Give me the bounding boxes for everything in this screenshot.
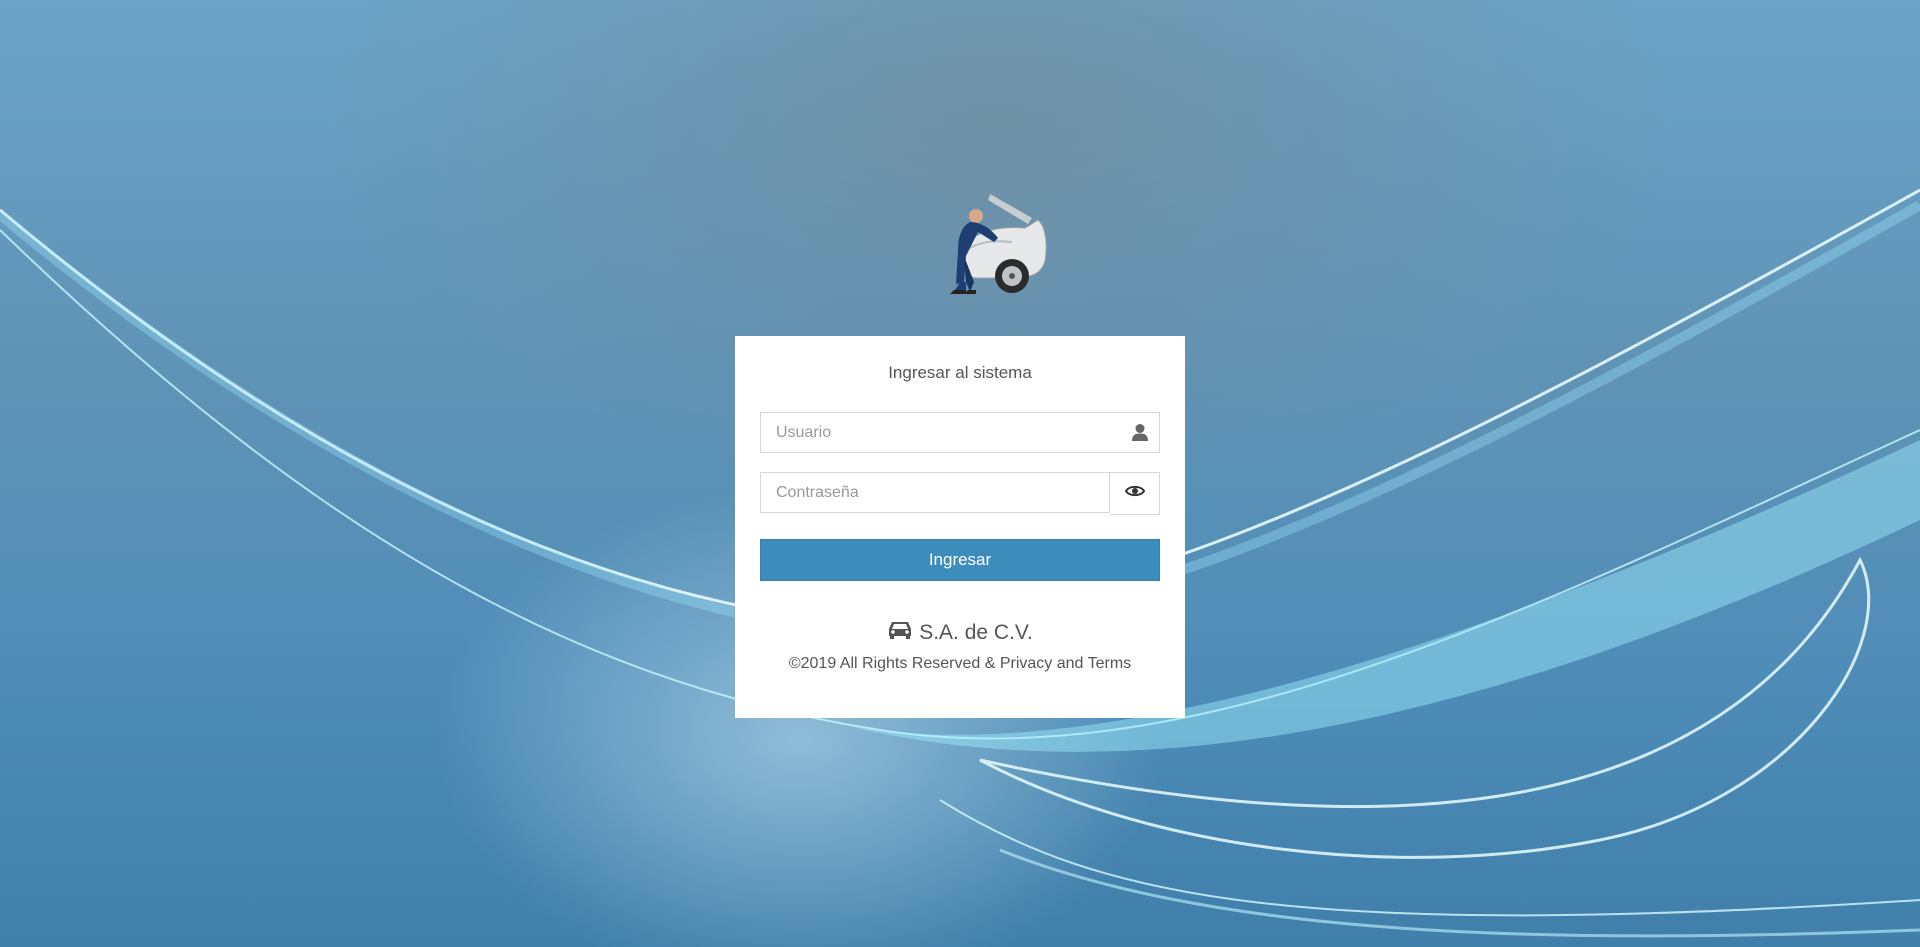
company-name: S.A. de C.V. xyxy=(919,621,1033,644)
copyright-text: ©2019 All Rights Reserved & Privacy and … xyxy=(788,655,1132,672)
show-password-button[interactable] xyxy=(1110,472,1160,515)
mechanic-car-logo xyxy=(920,186,1065,298)
user-icon xyxy=(1131,423,1149,442)
username-field-group xyxy=(760,412,1160,453)
car-icon xyxy=(887,620,913,646)
login-title: Ingresar al sistema xyxy=(888,363,1032,382)
eye-icon xyxy=(1124,484,1145,503)
company-line: S.A. de C.V. xyxy=(760,619,1160,647)
login-panel: Ingresar al sistema Ingresar xyxy=(735,336,1185,718)
password-field-group xyxy=(760,472,1160,515)
login-submit-button[interactable]: Ingresar xyxy=(760,539,1160,581)
password-input[interactable] xyxy=(760,472,1110,513)
username-input[interactable] xyxy=(760,412,1160,453)
